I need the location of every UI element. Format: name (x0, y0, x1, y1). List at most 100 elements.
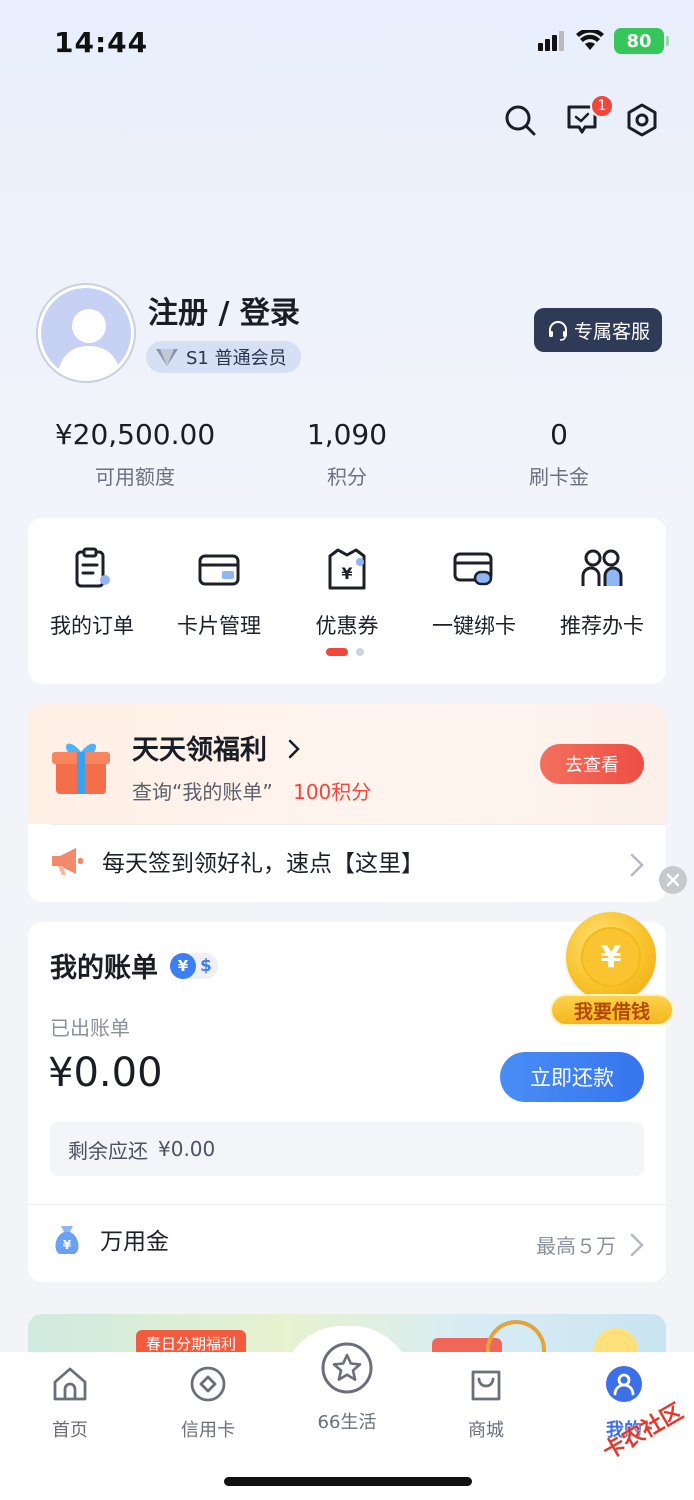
quick-action-cards[interactable]: 卡片管理 (159, 546, 279, 640)
currency-switch[interactable]: ¥ $ (170, 952, 218, 979)
bill-title-row: 我的账单 ¥ $ (50, 946, 218, 985)
close-icon (666, 873, 680, 887)
chevron-right-icon (630, 853, 644, 877)
headset-icon (548, 321, 567, 341)
stat-label: 可用额度 (95, 465, 175, 489)
welfare-subtitle-text: 查询“我的账单” (132, 780, 273, 804)
stat-value: ¥20,500.00 (54, 418, 216, 451)
welfare-title-row: 天天领福利 (132, 728, 304, 767)
bind-card-icon (453, 552, 493, 586)
message-badge: 1 (590, 94, 614, 118)
quick-actions-card: 我的订单 卡片管理 ¥ 优惠券 一键绑卡 推荐办卡 (28, 518, 666, 684)
quick-action-label: 推荐办卡 (560, 614, 644, 638)
bill-title: 我的账单 (50, 953, 158, 984)
wifi-icon (576, 30, 604, 50)
page-indicator (326, 648, 364, 656)
search-button[interactable] (500, 100, 540, 140)
divider (28, 1204, 666, 1205)
home-icon (53, 1367, 87, 1401)
welfare-title: 天天领福利 (132, 735, 267, 766)
stat-value: 0 (550, 418, 568, 451)
profile-icon (606, 1366, 642, 1402)
wanyong-limit-text: 最高５万 (536, 1234, 616, 1258)
quick-action-orders[interactable]: 我的订单 (32, 546, 152, 640)
tab-label: 首页 (52, 1420, 88, 1441)
quick-action-bind-card[interactable]: 一键绑卡 (414, 546, 534, 640)
page-dot-active (326, 648, 348, 656)
settings-hexagon-icon (627, 103, 657, 137)
remaining-value: ¥0.00 (158, 1137, 216, 1161)
login-link[interactable]: 注册 / 登录 (148, 288, 300, 332)
coin-symbol: ¥ (581, 927, 641, 987)
status-time: 14:44 (54, 26, 149, 59)
points[interactable]: 1,090 积分 (232, 418, 462, 490)
shopping-bag-icon (471, 1370, 501, 1401)
welfare-banner[interactable]: 天天领福利 查询“我的账单” 100积分 去查看 (28, 704, 666, 824)
avatar[interactable] (38, 285, 134, 381)
bill-status-label: 已出账单 (50, 1016, 130, 1040)
gift-box-icon (52, 743, 110, 794)
welfare-subtitle: 查询“我的账单” 100积分 (132, 776, 371, 805)
tab-66-life[interactable]: 66生活 (297, 1340, 397, 1434)
usd-currency[interactable]: $ (200, 956, 212, 976)
recommend-icon (581, 549, 623, 586)
stat-label: 积分 (327, 465, 367, 489)
checkin-notice-text: 每天签到领好礼，速点【这里】 (102, 851, 424, 877)
quick-action-label: 我的订单 (50, 614, 134, 638)
view-welfare-button[interactable]: 去查看 (540, 744, 644, 784)
order-icon (75, 547, 110, 588)
cellular-signal-icon (538, 31, 564, 51)
stat-value: 1,090 (306, 418, 388, 451)
close-float-button[interactable] (659, 866, 687, 894)
page-dot (356, 648, 364, 656)
quick-action-label: 优惠券 (315, 614, 379, 638)
remaining-due: 剩余应还 ¥0.00 (50, 1122, 644, 1176)
tab-home[interactable]: 首页 (20, 1364, 120, 1442)
settings-button[interactable] (622, 100, 662, 140)
megaphone-icon (52, 848, 83, 875)
customer-service-button[interactable]: 专属客服 (534, 308, 662, 352)
borrow-money-label: 我要借钱 (550, 994, 674, 1026)
member-level-badge[interactable]: S1 普通会员 (146, 341, 301, 373)
tab-credit-card[interactable]: 信用卡 (158, 1364, 258, 1442)
welfare-card: 天天领福利 查询“我的账单” 100积分 去查看 每天签到领好礼，速点【这里】 (28, 704, 666, 902)
svg-text:¥: ¥ (63, 1238, 72, 1252)
diamond-icon (156, 349, 178, 366)
borrow-money-float[interactable]: ¥ 我要借钱 (550, 912, 674, 1028)
coupon-icon: ¥ (328, 548, 366, 590)
divider (50, 824, 666, 825)
wanyong-limit[interactable]: 最高５万 (536, 1230, 646, 1259)
battery-indicator: 80 (614, 28, 669, 54)
star-icon (321, 1342, 373, 1394)
wanyong-product[interactable]: ¥ 万用金 (50, 1222, 169, 1256)
default-avatar-icon (57, 309, 121, 378)
tab-mall[interactable]: 商城 (436, 1364, 536, 1442)
customer-service-label: 专属客服 (573, 320, 650, 343)
gold-coin-icon: ¥ (566, 912, 656, 1002)
tab-label: 66生活 (317, 1412, 377, 1433)
search-icon (505, 105, 536, 136)
messages-button[interactable]: 1 (562, 94, 614, 140)
svg-text:¥: ¥ (341, 564, 352, 583)
wanyong-name: 万用金 (100, 1229, 169, 1255)
remaining-label: 剩余应还 (68, 1138, 148, 1163)
quick-action-label: 卡片管理 (177, 614, 261, 638)
chevron-right-icon (630, 1233, 644, 1256)
quick-action-recommend[interactable]: 推荐办卡 (542, 546, 662, 640)
quick-action-coupons[interactable]: ¥ 优惠券 (287, 546, 407, 640)
stat-label: 刷卡金 (529, 465, 589, 489)
battery-level: 80 (626, 30, 652, 52)
tab-label: 商城 (468, 1420, 504, 1441)
member-level-text: S1 普通会员 (186, 348, 287, 369)
card-bonus[interactable]: 0 刷卡金 (444, 418, 674, 490)
cny-currency[interactable]: ¥ (170, 952, 196, 979)
home-indicator (224, 1477, 472, 1486)
money-bag-icon: ¥ (55, 1226, 79, 1254)
quick-action-label: 一键绑卡 (432, 614, 516, 638)
checkin-notice[interactable]: 每天签到领好礼，速点【这里】 (50, 844, 424, 878)
repay-button[interactable]: 立即还款 (500, 1052, 644, 1102)
tab-label: 信用卡 (181, 1420, 235, 1441)
chevron-right-icon (289, 739, 301, 759)
available-credit[interactable]: ¥20,500.00 可用额度 (20, 418, 250, 490)
welfare-points: 100积分 (293, 780, 372, 804)
